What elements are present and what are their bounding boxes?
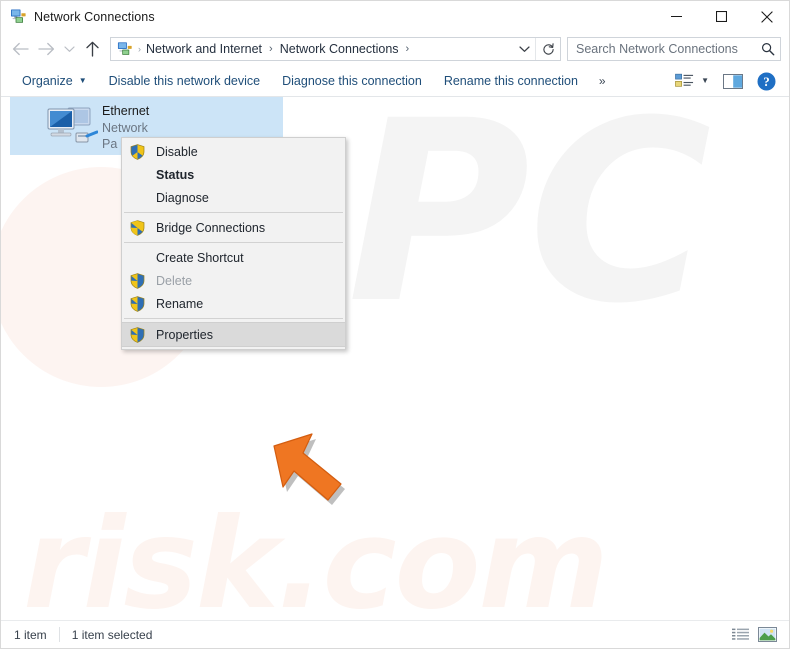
menu-separator [124, 212, 343, 213]
network-connections-icon [10, 8, 27, 25]
menu-item-create-shortcut[interactable]: Create Shortcut [122, 246, 345, 269]
explorer-window: Network Connections › Network and Intern… [0, 0, 790, 649]
breadcrumb-separator-0[interactable]: › [263, 43, 279, 55]
shield-icon [130, 272, 146, 289]
watermark-pc: PC [347, 97, 712, 358]
menu-item-status[interactable]: Status [122, 163, 345, 186]
large-icons-view-icon[interactable] [757, 626, 777, 644]
menu-item-disable[interactable]: Disable [122, 140, 345, 163]
refresh-icon[interactable] [535, 38, 560, 60]
change-view-icon[interactable]: ▼ [669, 68, 715, 94]
status-selection: 1 item selected [71, 627, 153, 642]
navigation-bar: › Network and Internet › Network Connect… [1, 32, 789, 66]
shield-icon [130, 295, 146, 312]
command-bar-right: ▼ ? [669, 68, 781, 94]
back-button[interactable] [7, 36, 33, 62]
up-button[interactable] [79, 36, 105, 62]
title-bar: Network Connections [1, 1, 789, 32]
search-icon[interactable] [756, 42, 780, 56]
diagnose-connection-button[interactable]: Diagnose this connection [271, 68, 433, 94]
menu-item-diagnose[interactable]: Diagnose [122, 186, 345, 209]
watermark-risk: risk.com [23, 492, 609, 620]
maximize-button[interactable] [699, 1, 744, 32]
close-button[interactable] [744, 1, 789, 32]
shield-icon [130, 326, 146, 343]
ethernet-adapter-icon [46, 103, 99, 149]
menu-separator [124, 242, 343, 243]
shield-icon [130, 143, 146, 160]
forward-button[interactable] [33, 36, 59, 62]
search-input[interactable] [568, 42, 756, 56]
menu-item-label: Status [156, 167, 195, 182]
details-view-icon[interactable] [730, 626, 750, 644]
chevron-down-icon[interactable] [513, 38, 535, 60]
menu-item-label: Bridge Connections [156, 220, 266, 235]
rename-connection-button[interactable]: Rename this connection [433, 68, 589, 94]
preview-pane-icon[interactable] [717, 68, 749, 94]
status-bar: 1 item 1 item selected [1, 620, 789, 648]
address-bar[interactable]: › Network and Internet › Network Connect… [110, 37, 561, 61]
minimize-button[interactable] [654, 1, 699, 32]
connection-name: Ethernet [102, 104, 150, 118]
connection-network: Network [102, 120, 148, 135]
organize-button[interactable]: Organize ▼ [11, 68, 98, 94]
disable-network-device-button[interactable]: Disable this network device [98, 68, 271, 94]
menu-item-label: Diagnose [156, 190, 209, 205]
menu-item-label: Disable [156, 144, 198, 159]
address-network-icon [117, 41, 133, 57]
breadcrumb-separator-1[interactable]: › [400, 43, 416, 55]
breadcrumb-separator-root[interactable]: › [137, 44, 145, 54]
view-toggle-group [730, 626, 781, 644]
menu-item-icon-placeholder [130, 167, 146, 183]
menu-item-rename[interactable]: Rename [122, 292, 345, 315]
menu-item-label: Create Shortcut [156, 250, 244, 265]
recent-locations-button[interactable] [59, 36, 79, 62]
search-box[interactable] [567, 37, 781, 61]
svg-text:?: ? [763, 74, 770, 89]
menu-item-icon-placeholder [130, 250, 146, 266]
menu-item-properties[interactable]: Properties [122, 322, 345, 347]
menu-item-label: Rename [156, 296, 204, 311]
status-item-count: 1 item [14, 627, 47, 642]
window-controls [654, 1, 789, 32]
caret-down-icon: ▼ [701, 76, 709, 85]
breadcrumb-item-1[interactable]: Network Connections [279, 42, 400, 56]
menu-item-delete: Delete [122, 269, 345, 292]
menu-item-bridge-connections[interactable]: Bridge Connections [122, 216, 345, 239]
menu-separator [124, 318, 343, 319]
context-menu: Disable Status Diagnose Bridge Connectio… [121, 137, 346, 350]
organize-label: Organize [22, 74, 73, 88]
window-title: Network Connections [34, 9, 155, 24]
menu-item-label: Properties [156, 327, 213, 342]
status-separator [58, 627, 60, 642]
menu-item-icon-placeholder [130, 190, 146, 206]
shield-icon [130, 219, 146, 236]
help-icon[interactable]: ? [751, 72, 781, 91]
toolbar-overflow-button[interactable]: » [589, 68, 616, 94]
content-area: PC risk.com Ethernet Network Pa Disable … [1, 97, 789, 620]
menu-item-label: Delete [156, 273, 193, 288]
arrow-cursor-icon [269, 430, 361, 508]
command-bar: Organize ▼ Disable this network device D… [1, 66, 789, 97]
caret-down-icon: ▼ [78, 76, 87, 85]
breadcrumb-item-0[interactable]: Network and Internet [145, 42, 263, 56]
